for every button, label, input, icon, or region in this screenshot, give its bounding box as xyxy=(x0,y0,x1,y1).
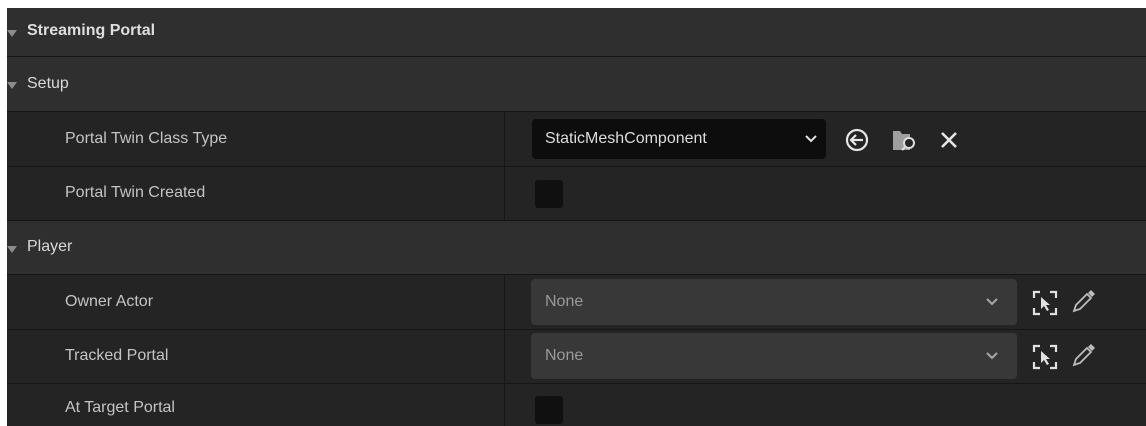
tracked-portal-combo[interactable]: None xyxy=(531,333,1017,379)
portal-twin-created-checkbox[interactable] xyxy=(535,180,563,208)
at-target-portal-checkbox[interactable] xyxy=(535,396,563,424)
property-label: Owner Actor xyxy=(65,293,154,310)
owner-actor-value: None xyxy=(545,293,584,310)
column-splitter[interactable] xyxy=(504,384,505,426)
class-type-value: StaticMeshComponent xyxy=(545,130,707,147)
column-splitter[interactable] xyxy=(504,167,505,220)
category-title: Streaming Portal xyxy=(27,22,156,39)
left-margin xyxy=(0,8,7,426)
owner-actor-combo[interactable]: None xyxy=(531,279,1017,325)
close-icon[interactable] xyxy=(937,128,961,152)
class-type-combo[interactable]: StaticMeshComponent xyxy=(532,119,826,159)
details-panel: Streaming Portal Setup Portal Twin Class… xyxy=(0,0,1146,426)
property-row-portal-twin-class-type: Portal Twin Class Type StaticMeshCompone… xyxy=(7,111,1146,166)
chevron-down-icon xyxy=(985,279,999,325)
column-splitter[interactable] xyxy=(504,330,505,383)
category-player[interactable]: Player xyxy=(7,220,1146,274)
property-label: Portal Twin Created xyxy=(65,184,206,201)
triangle-down-icon[interactable] xyxy=(7,246,17,253)
category-setup[interactable]: Setup xyxy=(7,56,1146,111)
chevron-down-icon xyxy=(804,119,818,159)
property-label: Tracked Portal xyxy=(65,347,169,364)
column-splitter[interactable] xyxy=(504,112,505,166)
category-label: Player xyxy=(27,238,73,255)
eyedropper-icon[interactable] xyxy=(1070,341,1098,369)
property-row-at-target-portal: At Target Portal xyxy=(7,383,1146,426)
select-actor-icon[interactable] xyxy=(1031,289,1059,317)
category-streaming-portal[interactable]: Streaming Portal xyxy=(7,8,1146,56)
property-row-tracked-portal: Tracked Portal None xyxy=(7,329,1146,383)
column-splitter[interactable] xyxy=(504,275,505,329)
category-label: Setup xyxy=(27,75,69,92)
use-selected-arrow-icon[interactable] xyxy=(844,127,870,153)
browse-folder-icon[interactable] xyxy=(890,126,920,154)
eyedropper-icon[interactable] xyxy=(1070,287,1098,315)
tracked-portal-value: None xyxy=(545,347,584,364)
triangle-down-icon[interactable] xyxy=(7,82,17,89)
triangle-down-icon[interactable] xyxy=(7,30,17,37)
property-row-owner-actor: Owner Actor None xyxy=(7,274,1146,329)
select-actor-icon[interactable] xyxy=(1031,343,1059,371)
property-row-portal-twin-created: Portal Twin Created xyxy=(7,166,1146,220)
chevron-down-icon xyxy=(985,333,999,379)
property-label: Portal Twin Class Type xyxy=(65,130,228,147)
top-margin xyxy=(0,0,1146,8)
property-label: At Target Portal xyxy=(65,399,175,416)
